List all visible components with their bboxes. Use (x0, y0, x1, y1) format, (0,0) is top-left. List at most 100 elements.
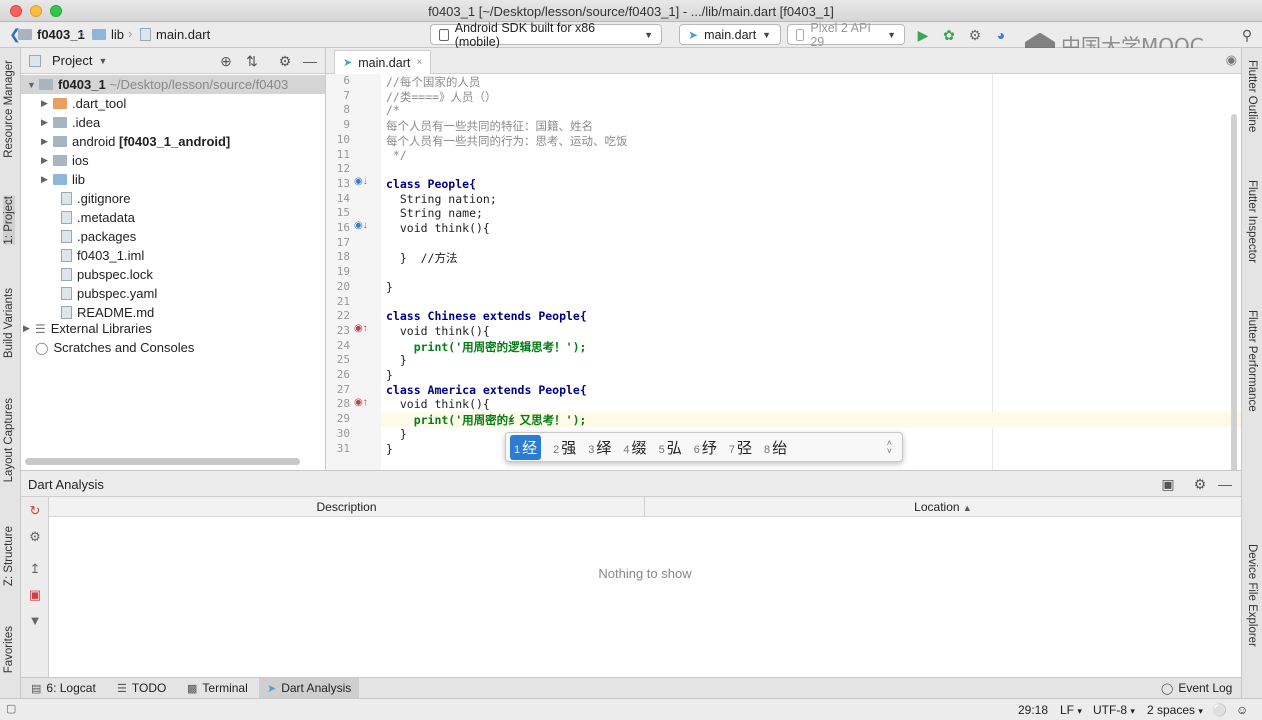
line-number: 12 (336, 162, 350, 176)
debug-icon[interactable]: ✿ (940, 26, 958, 44)
search-icon[interactable]: ⚲ (1238, 26, 1256, 44)
gear-icon[interactable]: ⚙ (1191, 475, 1209, 493)
horizontal-scrollbar[interactable] (25, 458, 300, 465)
tool-tab-dart-analysis[interactable]: ➤ Dart Analysis (259, 678, 360, 698)
ime-candidate[interactable]: 6纾 (694, 437, 717, 458)
comment-icon[interactable]: ▣ (1159, 475, 1177, 493)
code-line: } (386, 441, 393, 456)
code-text-area[interactable]: //每个国家的人员 //类====》人员（） /* 每个人员有一些共同的特征：国… (381, 74, 1241, 470)
tree-item[interactable]: pubspec.lock (61, 265, 153, 284)
refresh-icon[interactable]: ↻ (27, 503, 43, 519)
hide-icon[interactable]: — (301, 52, 319, 70)
gear-icon[interactable]: ⚙ (27, 529, 43, 545)
hide-icon[interactable]: — (1216, 475, 1234, 493)
locate-icon[interactable]: ⊕ (217, 52, 235, 70)
file-encoding[interactable]: UTF-8 ▾ (1093, 703, 1135, 717)
tool-tab-layout-captures[interactable]: Layout Captures (3, 398, 15, 482)
dart-icon: ➤ (267, 682, 277, 695)
line-number: 18 (336, 250, 350, 264)
override-marker-icon[interactable]: ◉↓ (354, 176, 368, 187)
code-line: void think(){ (386, 221, 490, 235)
caret-position[interactable]: 29:18 (1018, 703, 1048, 717)
gear-icon[interactable]: ⚙ (276, 52, 294, 70)
ime-candidate[interactable]: 8绐 (764, 437, 787, 458)
breadcrumb-file[interactable]: main.dart (140, 27, 210, 42)
collapse-all-icon[interactable]: ⇅ (243, 52, 261, 70)
lock-icon[interactable]: ⚪ (1212, 703, 1227, 717)
chevron-down-icon: ▾ (1077, 706, 1082, 716)
file-icon (61, 268, 72, 281)
tree-item[interactable]: .packages (61, 227, 136, 246)
device-selector[interactable]: Android SDK built for x86 (mobile) ▼ (430, 21, 662, 49)
breadcrumb-project[interactable]: f0403_1 (10, 27, 85, 42)
tool-tab-project[interactable]: 1: Project (3, 196, 15, 245)
tree-item[interactable]: pubspec.yaml (61, 284, 157, 303)
line-number: 31 (336, 441, 350, 455)
tree-item[interactable]: ▶ .dart_tool (41, 94, 126, 113)
ime-candidate[interactable]: 7弪 (729, 437, 752, 458)
ime-page-arrows-icon[interactable]: ˄ ˅ (887, 439, 892, 456)
group-by-icon[interactable]: ▣ (27, 587, 43, 603)
code-line: /* (386, 103, 400, 118)
folder-icon (53, 98, 67, 109)
eye-icon[interactable]: ◉ (1226, 52, 1237, 68)
filter-icon[interactable]: ▼ (27, 613, 43, 629)
tree-item[interactable]: ◯ Scratches and Consoles (35, 338, 194, 357)
pin-icon[interactable]: ↥ (27, 561, 43, 577)
line-number: 22 (336, 309, 350, 323)
attach-icon[interactable]: ⚙ (966, 26, 984, 44)
ime-candidate[interactable]: 3绎 (588, 437, 611, 458)
overrides-marker-icon[interactable]: ◉↑ (354, 323, 368, 334)
tool-tab-flutter-performance[interactable]: Flutter Performance (1246, 310, 1258, 412)
breadcrumb-lib[interactable]: lib (92, 27, 124, 42)
tree-item[interactable]: .gitignore (61, 189, 130, 208)
overrides-marker-icon[interactable]: ◉↑ (354, 397, 368, 408)
project-view-selector[interactable]: Project ▼ (29, 53, 107, 68)
collapsed-arrow-icon: ▶ (41, 174, 48, 184)
close-icon[interactable]: × (416, 57, 422, 68)
tab-main-dart[interactable]: ➤ main.dart × (334, 50, 432, 74)
code-line: String name; (386, 206, 483, 221)
line-separator[interactable]: LF ▾ (1060, 703, 1082, 717)
profile-icon[interactable]: ◕ (992, 26, 1010, 44)
run-config-selector[interactable]: ➤ main.dart ▼ (679, 24, 781, 45)
tree-item[interactable]: ▶ .idea (41, 113, 100, 132)
tool-tab-build-variants[interactable]: Build Variants (3, 288, 15, 358)
tool-tab-resource-manager[interactable]: Resource Manager (3, 60, 15, 158)
tree-item[interactable]: f0403_1.iml (61, 246, 144, 265)
tool-tab-flutter-outline[interactable]: Flutter Outline (1246, 60, 1258, 132)
run-icon[interactable]: ▶ (914, 26, 932, 44)
override-marker-icon[interactable]: ◉↓ (354, 220, 368, 231)
breadcrumb-separator: › (128, 26, 133, 41)
tool-tab-todo[interactable]: ☰ TODO (109, 678, 174, 698)
tree-item[interactable]: ▶ ☰ External Libraries (23, 319, 152, 338)
tool-tab-event-log[interactable]: ◯ Event Log (1153, 678, 1240, 698)
avd-selector[interactable]: Pixel 2 API 29 ▼ (787, 21, 905, 49)
tool-tab-logcat[interactable]: ▤ 6: Logcat (23, 678, 104, 698)
indent-setting[interactable]: 2 spaces ▾ (1147, 703, 1203, 717)
tool-tab-terminal[interactable]: ▩ Terminal (179, 678, 256, 698)
ime-candidate[interactable]: 1经 (510, 434, 542, 460)
vertical-scrollbar[interactable] (1231, 114, 1237, 470)
tree-item[interactable]: ▶ ios (41, 151, 89, 170)
tool-tab-device-file-explorer[interactable]: Device File Explorer (1246, 544, 1258, 647)
tree-item[interactable]: ▶ lib (41, 170, 85, 189)
tool-tab-favorites[interactable]: Favorites (3, 626, 15, 673)
tree-item[interactable]: .metadata (61, 208, 135, 227)
empty-state-message: Nothing to show (598, 566, 692, 581)
tree-item[interactable]: ▶ android [f0403_1_android] (41, 132, 230, 151)
tool-tab-structure[interactable]: Z: Structure (3, 526, 15, 586)
inspector-icon[interactable]: ☺ (1236, 703, 1248, 717)
column-location[interactable]: Location ▲ (645, 500, 1241, 514)
ime-candidate[interactable]: 4缀 (623, 437, 646, 458)
tree-root[interactable]: ▼ f0403_1 ~/Desktop/lesson/source/f0403 (21, 75, 325, 94)
breadcrumb-separator: › (80, 26, 85, 41)
code-line: print('用周密的纟又思考！'); (386, 413, 587, 428)
toggle-tool-windows-icon[interactable]: ▢ (6, 702, 16, 715)
line-number: 14 (336, 191, 350, 205)
tool-tab-flutter-inspector[interactable]: Flutter Inspector (1246, 180, 1258, 263)
column-description[interactable]: Description (49, 500, 644, 514)
ime-candidate[interactable]: 2强 (553, 437, 576, 458)
ime-candidate[interactable]: 5弘 (659, 437, 682, 458)
code-line: } (386, 353, 407, 368)
